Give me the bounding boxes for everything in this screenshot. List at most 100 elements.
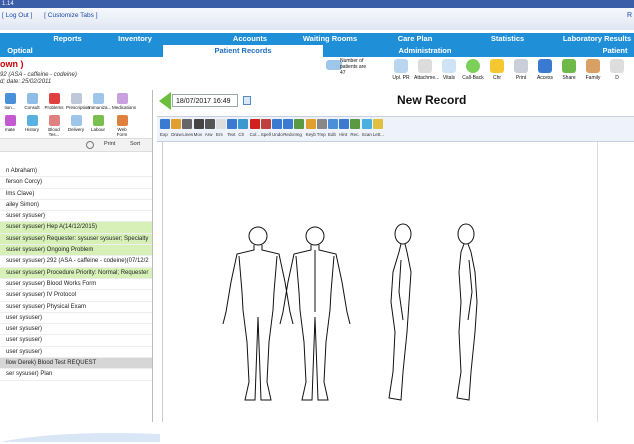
calendar-icon[interactable] [243,96,251,105]
upload-pr-label: Upl. PR [392,75,410,81]
toolbar-keyb-button[interactable] [305,119,316,129]
labour-label: Labour [90,127,105,132]
vertical-scrollbar[interactable] [597,142,634,422]
toolbar-tmp-button[interactable] [316,119,327,129]
toolbar-redo-button[interactable] [283,119,294,129]
patient-allergy: 92 (ASA - caffeine - codeine) [0,72,77,78]
record-list-item[interactable]: lms Clave) [0,189,152,200]
record-list-item[interactable]: user sysuser) [0,335,152,347]
call-back-button[interactable]: Call-Back [462,56,484,90]
record-list-item[interactable]: ailey Simon) [0,200,152,212]
patients-count-text: Number of patients are 47 [340,58,380,76]
record-list-item[interactable]: suser sysuser) 292 (ASA - caffeine - cod… [0,256,152,268]
problems-button[interactable]: Problems [44,92,64,114]
record-list-item[interactable]: n Abraham) [0,166,152,178]
tab-care-plan[interactable]: Care Plan [360,33,470,45]
logout-link[interactable]: [ Log Out ] [2,12,32,19]
template-label: mate [4,127,15,132]
d-button[interactable]: D [606,56,628,90]
record-list-item[interactable]: suser sysuser) Requester: sysuser sysuse… [0,233,152,246]
toolbar-rec-button[interactable] [350,119,361,129]
upload-pr-button[interactable]: Upl. PR [390,56,412,90]
toolbar-undo-button[interactable] [272,119,282,129]
record-list-item[interactable]: suser sysuser) [0,211,152,223]
bottom-decoration [0,424,160,442]
toolbar-mov-button[interactable] [193,119,204,129]
tab-optical[interactable]: Optical [0,45,40,57]
web-form-button[interactable]: Web Form [112,114,132,137]
toolbar-arw-button[interactable] [204,119,215,129]
print-button[interactable]: Print [510,56,532,90]
chr-button[interactable]: Chr [486,56,508,90]
tab-waiting-rooms[interactable]: Waiting Rooms [300,33,360,45]
record-list-item[interactable]: ferson Corcy) [0,177,152,189]
record-list-item[interactable]: user sysuser) [0,313,152,325]
medications-button[interactable]: Medications [112,92,136,114]
web-form-icon [116,115,128,126]
toolbar-lett-button[interactable] [372,119,383,129]
record-list-item[interactable]: user sysuser) [0,347,152,359]
toolbar-clr-button[interactable] [238,119,249,129]
chr-icon [490,59,504,73]
search-icon[interactable] [86,141,94,149]
toolbar-label: Edit [328,132,336,137]
patients-count-value: 47 [340,70,346,76]
toolbar-hint-button[interactable] [339,119,350,129]
toolbar-label: Lines [182,132,194,137]
record-list-item[interactable]: ser sysuser) Plan [0,369,152,381]
record-list-item[interactable]: suser sysuser) Hep A(14/12/2015) [0,222,152,234]
history-label: History [24,127,39,132]
family-button[interactable]: Family [582,56,604,90]
history-button[interactable]: History [22,114,42,136]
template-button[interactable]: mate [0,114,20,136]
toolbar-text-button[interactable] [227,119,238,129]
tab-statistics[interactable]: Statistics [465,33,550,45]
toolbar-edit-button[interactable] [328,119,338,129]
toolbar-label: Undo [272,132,283,137]
share-button[interactable]: Share [558,56,580,90]
access-button[interactable]: Access [534,56,556,90]
vitals-button[interactable]: Vitals [438,56,460,90]
toolbar-lines-button[interactable] [182,119,193,129]
record-icon [4,93,16,104]
drawing-canvas[interactable] [162,142,598,422]
toolbar-ers-button[interactable] [216,119,226,129]
immunization-button[interactable]: Immuniza... [88,92,111,114]
attachments-button[interactable]: Attachme... [414,56,439,90]
record-list-item[interactable]: suser sysuser) Blood Works Form [0,279,152,291]
toolbar-label: Text [227,132,236,137]
record-list-panel: tion... Consult Problems Prescription Im… [0,90,153,422]
toolbar-col-button[interactable] [249,119,260,129]
record-list-item[interactable]: suser sysuser) Ongoing Problem [0,245,152,257]
toolbar-exp-button[interactable] [160,119,170,129]
record-list-item[interactable]: suser sysuser) Procedure Priority: Norma… [0,267,152,279]
print-link[interactable]: Print [104,141,115,147]
record-type-button[interactable]: tion... [0,92,20,114]
delivery-button[interactable]: Delivery [66,114,86,136]
record-list-item[interactable]: suser sysuser) Physical Exam [0,302,152,313]
body-diagram [222,223,478,401]
labour-button[interactable]: Labour [88,114,108,136]
record-list-item[interactable]: llow Derek) Blood Test REQUEST [0,358,152,370]
tab-patient-records[interactable]: Patient Records [163,45,323,57]
consult-button[interactable]: Consult [22,92,42,114]
back-arrow-icon[interactable] [159,92,171,110]
toolbar-label: Rec. [350,132,360,137]
customize-tabs-link[interactable]: [ Customize Tabs ] [44,12,97,19]
prescription-button[interactable]: Prescription [66,92,90,114]
labour-icon [92,115,104,126]
prescription-label: Prescription [66,105,90,110]
record-date-field[interactable]: 18/07/2017 16:49 [172,94,238,107]
sort-link[interactable]: Sort [130,141,140,147]
record-list-item[interactable]: user sysuser) [0,324,152,336]
toolbar-spell-button[interactable] [260,119,271,129]
tab-inventory[interactable]: Inventory [90,33,180,45]
web-form-label: Web Form [116,127,128,137]
blood-test-button[interactable]: Blood Tes... [44,114,64,137]
toolbar-draw-button[interactable] [171,119,182,129]
record-list-item[interactable]: suser sysuser) IV Protocol [0,290,152,302]
toolbar-scan-button[interactable] [361,119,372,129]
tab-accounts[interactable]: Accounts [200,33,300,45]
tab-laboratory-results[interactable]: Laboratory Results [552,33,634,45]
toolbar-img-button[interactable] [294,119,305,129]
